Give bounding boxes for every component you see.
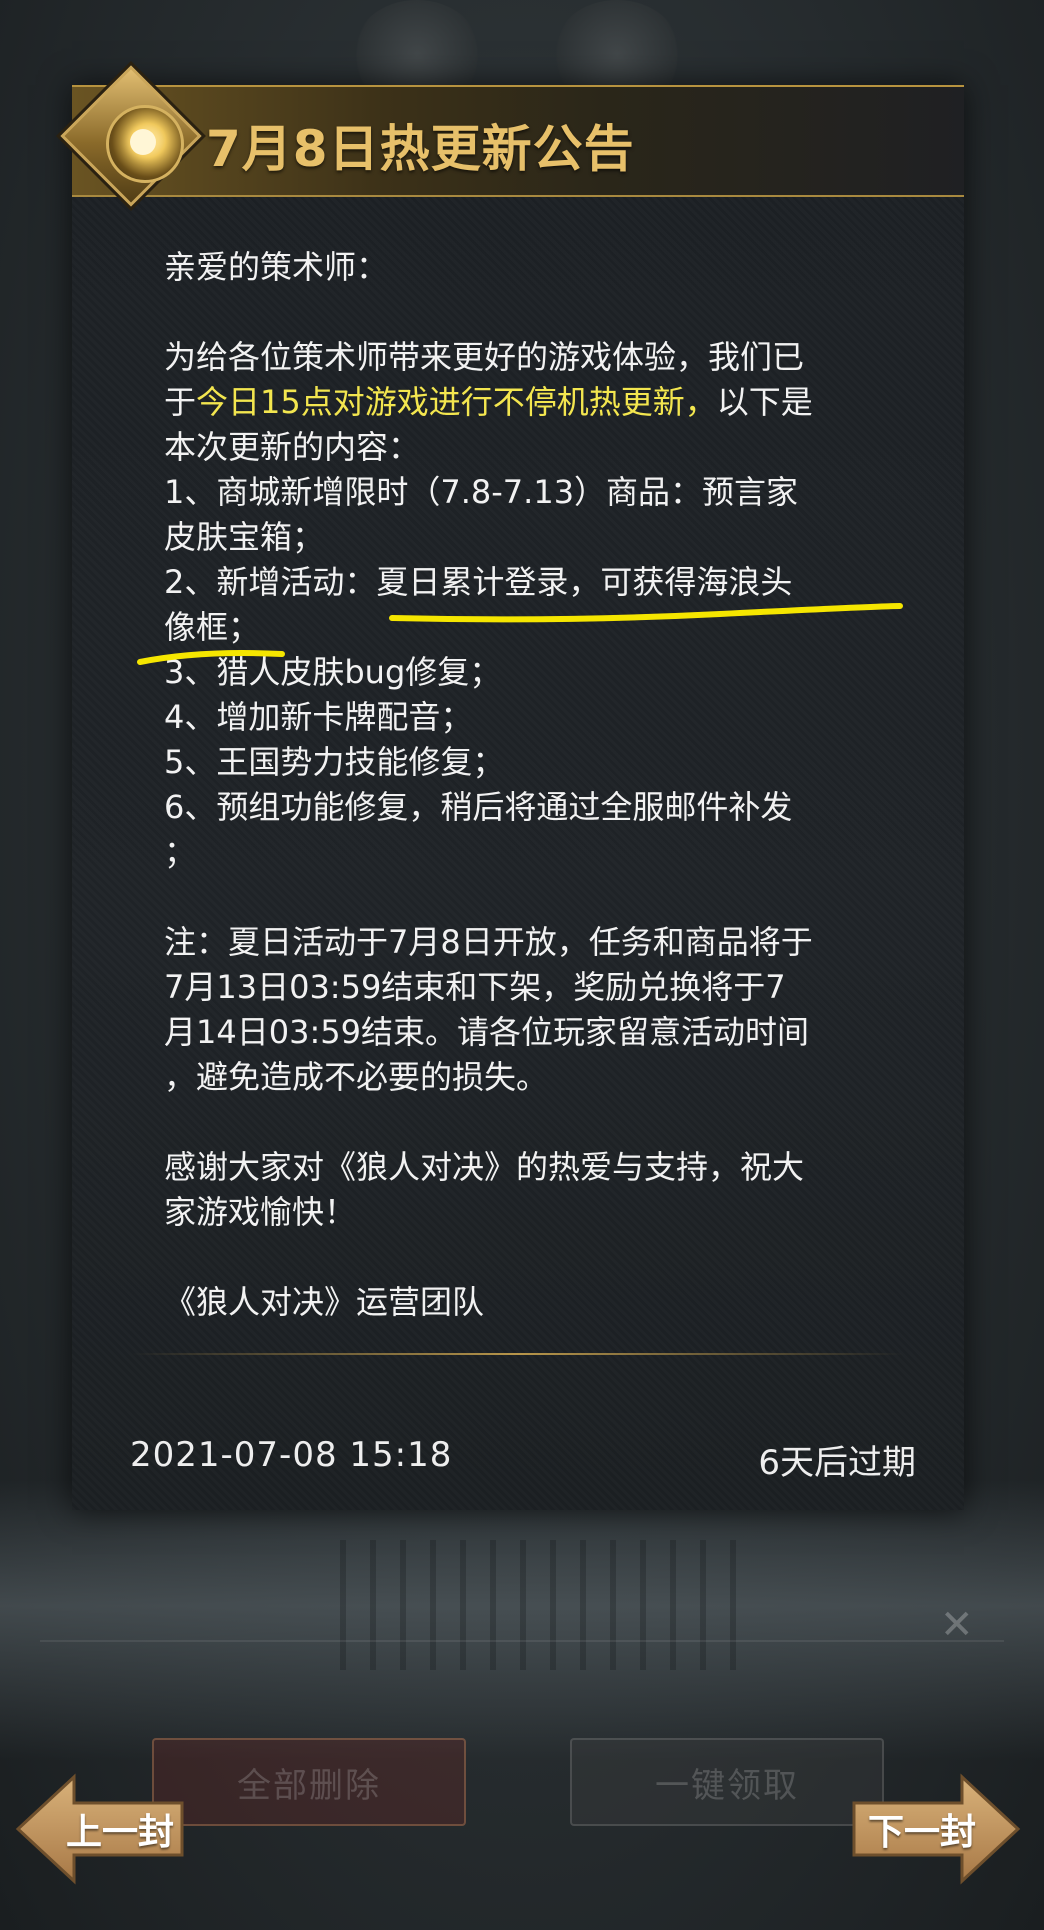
- update-item-6a: 6、预组功能修复，稍后将通过全服邮件补发: [164, 788, 793, 826]
- update-item-1b: 皮肤宝箱；: [164, 518, 325, 556]
- intro-line-3: 本次更新的内容：: [164, 428, 421, 466]
- intro-prefix: 于: [164, 383, 197, 421]
- dialog-header: 7月8日热更新公告: [56, 61, 964, 211]
- update-item-4: 4、增加新卡牌配音；: [164, 698, 473, 736]
- dialog-title: 7月8日热更新公告: [206, 120, 635, 178]
- background-fence: [340, 1540, 760, 1670]
- note-line-4: ，避免造成不必要的损失。: [164, 1058, 549, 1096]
- intro-suffix: 以下是: [716, 383, 813, 421]
- intro-line-2: 于今日15点对游戏进行不停机热更新，以下是: [164, 380, 884, 425]
- prev-mail-button[interactable]: 上一封: [14, 1773, 186, 1885]
- note-line-2: 7月13日03:59结束和下架，奖励兑换将于7: [164, 968, 786, 1006]
- update-item-5: 5、王国势力技能修复；: [164, 743, 505, 781]
- mail-date: 2021-07-08 15:18: [130, 1435, 453, 1475]
- thanks-line-1: 感谢大家对《狼人对决》的热爱与支持，祝大: [164, 1148, 805, 1186]
- announcement-body: 亲爱的策术师： 为给各位策术师带来更好的游戏体验，我们已 于今日15点对游戏进行…: [164, 245, 884, 1325]
- claim-all-button[interactable]: 一键领取: [570, 1738, 884, 1826]
- note-line-3: 月14日03:59结束。请各位玩家留意活动时间: [164, 1013, 809, 1051]
- thanks-line-2: 家游戏愉快！: [164, 1193, 357, 1231]
- next-mail-label: 下一封: [868, 1812, 977, 1853]
- expire-text: 6天后过期: [758, 1443, 916, 1483]
- signature: 《狼人对决》运营团队: [164, 1283, 485, 1321]
- update-item-1a: 1、商城新增限时（7.8-7.13）商品：预言家: [164, 473, 799, 511]
- background-close-icon: ✕: [940, 1602, 974, 1648]
- announcement-dialog: 7月8日热更新公告 亲爱的策术师： 为给各位策术师带来更好的游戏体验，我们已 于…: [56, 61, 964, 1510]
- highlight-text: 今日15点对游戏进行不停机热更新，: [196, 383, 717, 421]
- update-item-6b: ；: [164, 833, 197, 871]
- footer-divider: [132, 1353, 904, 1355]
- prev-mail-label: 上一封: [66, 1812, 175, 1853]
- next-mail-button[interactable]: 下一封: [850, 1773, 1022, 1885]
- delete-all-button[interactable]: 全部删除: [152, 1738, 466, 1826]
- greeting: 亲爱的策术师：: [164, 248, 389, 286]
- update-item-2a: 2、新增活动：夏日累计登录，可获得海浪头: [164, 563, 793, 601]
- update-item-3: 3、猎人皮肤bug修复；: [164, 653, 502, 691]
- note-line-1: 注：夏日活动于7月8日开放，任务和商品将于: [164, 923, 813, 961]
- intro-line-1: 为给各位策术师带来更好的游戏体验，我们已: [164, 338, 805, 376]
- emblem-sun: [130, 129, 156, 155]
- background-divider: [40, 1640, 1004, 1642]
- update-item-2b: 像框；: [164, 608, 261, 646]
